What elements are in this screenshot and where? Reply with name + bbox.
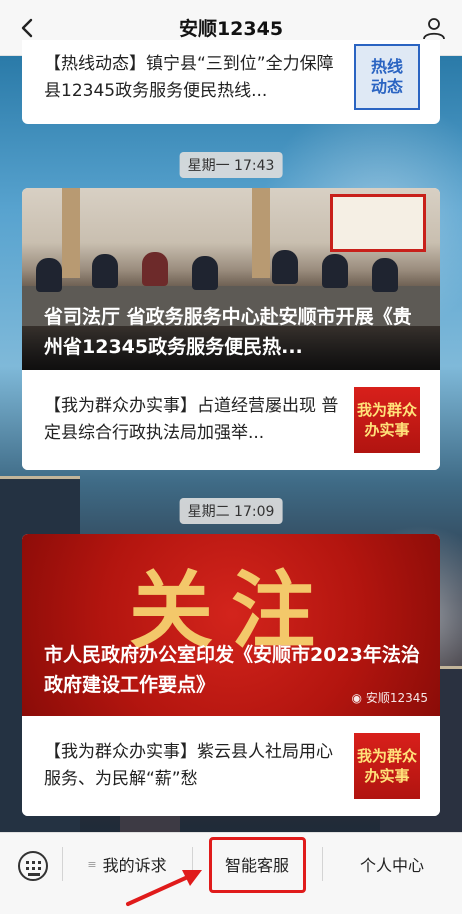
thumbnail-text: 热线 动态 — [370, 57, 403, 96]
article-card[interactable]: 关注 市人民政府办公室印发《安顺市2023年法治政府建设工作要点》 ◉ 安顺12… — [22, 534, 440, 816]
article-thumbnail: 热线 动态 — [354, 44, 420, 110]
photo-person — [192, 256, 218, 290]
article-title: 【我为群众办实事】紫云县人社局用心服务、为民解“薪”愁 — [44, 742, 333, 789]
tab-personal-center[interactable]: 个人中心 — [322, 833, 462, 895]
photo-person — [372, 258, 398, 292]
thumbnail-text: 我为群众 办实事 — [356, 401, 417, 439]
annotation-highlight-box — [209, 837, 306, 893]
bottom-menu-bar: ≡ 我的诉求 智能客服 个人中心 — [0, 832, 462, 914]
message-timestamp: 星期一 17:43 — [179, 152, 283, 178]
hero-caption: 省司法厅 省政务服务中心赴安顺市开展《贵州省12345政务服务便民热... — [44, 306, 412, 358]
person-icon[interactable] — [422, 16, 446, 40]
wechat-icon: ◉ — [351, 691, 366, 705]
tab-label: 个人中心 — [359, 856, 424, 875]
article-card[interactable]: 省司法厅 省政务服务中心赴安顺市开展《贵州省12345政务服务便民热... 【我… — [22, 188, 440, 470]
wechat-source-badge: ◉ 安顺12345 — [352, 689, 428, 706]
photo-curtain — [62, 188, 80, 278]
source-label: 安顺12345 — [365, 691, 428, 705]
photo-person — [92, 254, 118, 288]
article-thumbnail: 我为群众 办实事 — [354, 387, 420, 453]
photo-person — [272, 250, 298, 284]
red-arrow-icon — [126, 870, 202, 906]
photo-curtain — [252, 188, 270, 278]
page-title: 安顺12345 — [178, 18, 284, 40]
hero-article[interactable]: 省司法厅 省政务服务中心赴安顺市开展《贵州省12345政务服务便民热... — [22, 188, 440, 370]
hero-article[interactable]: 关注 市人民政府办公室印发《安顺市2023年法治政府建设工作要点》 ◉ 安顺12… — [22, 534, 440, 716]
menu-lines-icon: ≡ — [87, 857, 97, 871]
message-timestamp: 星期二 17:09 — [179, 498, 283, 524]
photo-person — [142, 252, 168, 286]
photo-person — [36, 258, 62, 292]
article-card[interactable]: 【热线动态】镇宁县“三到位”全力保障县12345政务服务便民热线... 热线 动… — [22, 40, 440, 124]
back-icon[interactable] — [18, 18, 38, 38]
photo-board — [330, 194, 426, 252]
thumbnail-text: 我为群众 办实事 — [356, 747, 417, 785]
keyboard-icon[interactable] — [18, 851, 48, 881]
photo-person — [322, 254, 348, 288]
article-title: 【我为群众办实事】占道经营屡出现 普定县综合行政执法局加强举... — [44, 396, 339, 443]
article-thumbnail: 我为群众 办实事 — [354, 733, 420, 799]
article-title: 【热线动态】镇宁县“三到位”全力保障县12345政务服务便民热线... — [44, 54, 334, 101]
